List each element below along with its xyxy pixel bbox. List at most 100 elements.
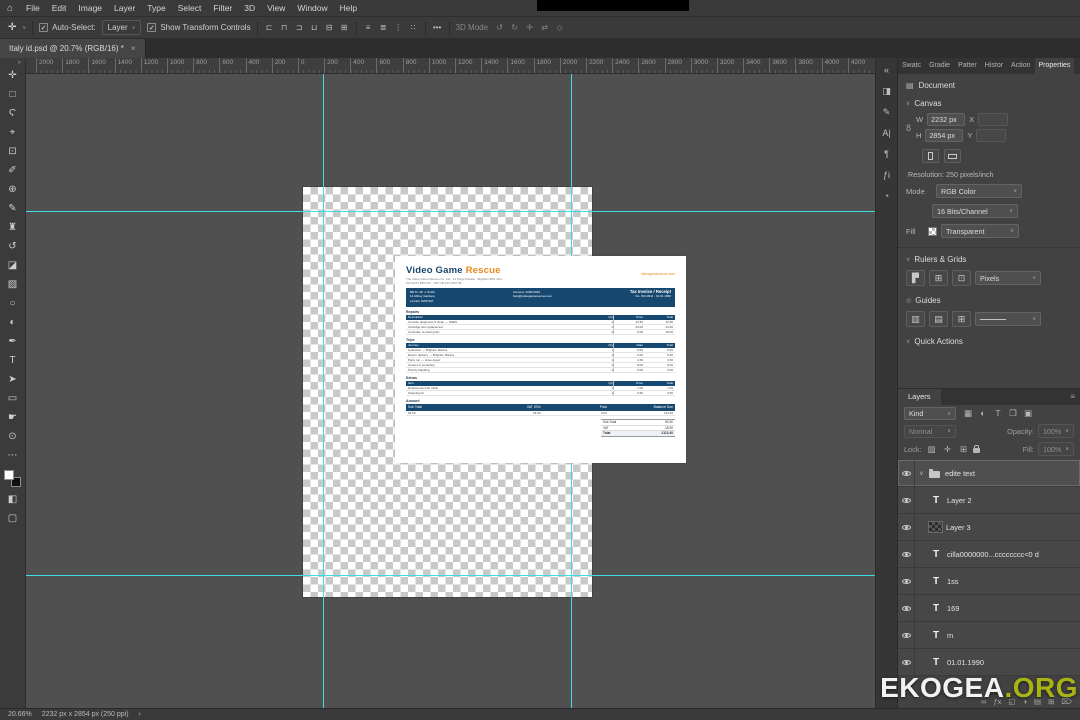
link-dimensions-icon[interactable]: 8 — [906, 123, 911, 133]
guide-horizontal[interactable] — [26, 211, 875, 212]
layer-name[interactable]: cilla0000000...cccccccc<0 d — [947, 550, 1039, 559]
panel-tab[interactable]: Swatc — [898, 58, 925, 74]
tool-button[interactable]: ✐ — [0, 161, 25, 180]
align-icon[interactable]: ⊐ — [294, 23, 305, 32]
grid-toggle-button[interactable]: ⊞ — [929, 270, 948, 286]
close-icon[interactable]: × — [131, 44, 136, 53]
distribute-icon[interactable]: ≣ — [378, 23, 389, 32]
tool-button[interactable]: ☛ — [0, 408, 25, 427]
3d-mode-icon[interactable]: ✛ — [524, 23, 535, 32]
show-transform-checkbox[interactable]: ✓ Show Transform Controls — [147, 23, 250, 32]
distribute-icon[interactable]: ≡ — [363, 23, 374, 32]
ruler-toggle-button[interactable]: ▛ — [906, 270, 925, 286]
panel-dock-icon[interactable]: ¶ — [876, 144, 897, 165]
canvas-y-input[interactable] — [976, 129, 1006, 142]
layer-row[interactable]: T 1ss — [898, 568, 1080, 595]
horizontal-ruler[interactable]: 2000180016001400120010008006004002000200… — [26, 58, 875, 74]
tool-button[interactable]: ⌖ — [0, 123, 25, 142]
visibility-toggle[interactable] — [898, 514, 915, 540]
ps-home-icon[interactable]: ⌂ — [7, 3, 13, 14]
panel-tab[interactable]: Patter — [954, 58, 981, 74]
panel-menu-icon[interactable]: ≡ — [1070, 389, 1080, 405]
3d-mode-icon[interactable]: ↺ — [494, 23, 505, 32]
tool-button[interactable]: T — [0, 351, 25, 370]
layer-row[interactable]: T m — [898, 622, 1080, 649]
align-icon[interactable]: ⊏ — [264, 23, 275, 32]
guide-style-select[interactable]: ∨ — [975, 312, 1041, 326]
menu-item[interactable]: Image — [72, 3, 108, 13]
canvas-x-input[interactable] — [978, 113, 1008, 126]
color-swatches[interactable] — [4, 470, 21, 487]
more-options-icon[interactable]: ••• — [432, 23, 443, 32]
menu-item[interactable]: File — [20, 3, 46, 13]
visibility-toggle[interactable] — [898, 568, 915, 594]
guides-section-header[interactable]: ◎ Guides — [906, 296, 1072, 305]
layer-name[interactable]: 169 — [947, 604, 959, 613]
screen-mode-icon[interactable]: ▢ — [0, 509, 25, 528]
menu-item[interactable]: 3D — [238, 3, 261, 13]
layer-row[interactable]: T Layer 2 — [898, 487, 1080, 514]
3d-mode-icon[interactable]: ◇ — [554, 23, 565, 32]
tab-properties[interactable]: Properties — [1035, 58, 1075, 74]
layer-thumbnail[interactable]: T — [928, 576, 944, 587]
menu-item[interactable]: Edit — [46, 3, 73, 13]
menu-item[interactable]: Type — [141, 3, 171, 13]
panel-dock-icon[interactable]: ✎ — [876, 102, 897, 123]
status-chevron-icon[interactable]: › — [139, 711, 141, 718]
layer-thumbnail[interactable]: T — [928, 657, 944, 668]
layer-row[interactable]: Layer 3 — [898, 514, 1080, 541]
tool-button[interactable]: ◐ — [0, 313, 25, 332]
menu-item[interactable]: Layer — [108, 3, 141, 13]
lock-position-icon[interactable]: ⊞ — [957, 444, 969, 455]
tab-layers[interactable]: Layers — [898, 389, 941, 405]
visibility-toggle[interactable] — [898, 595, 915, 621]
canvas-area[interactable]: Video Game Rescue videogamerescue.com Th… — [26, 74, 875, 708]
group-chevron-icon[interactable]: ∨ — [918, 470, 925, 477]
menu-item[interactable]: Select — [172, 3, 208, 13]
fill-select[interactable]: Transparent∨ — [941, 224, 1019, 238]
layer-row[interactable]: T cilla0000000...cccccccc<0 d — [898, 541, 1080, 568]
tool-button[interactable]: ✎ — [0, 199, 25, 218]
layer-thumbnail[interactable]: T — [928, 549, 944, 560]
layer-filter-icon[interactable]: ❒ — [1007, 408, 1019, 419]
bit-depth-select[interactable]: 16 Bits/Channel∨ — [932, 204, 1018, 218]
lock-pixels-icon[interactable]: ✛ — [941, 444, 953, 455]
layer-thumbnail[interactable] — [929, 471, 940, 478]
fill-color-chip[interactable] — [928, 227, 937, 236]
layer-thumbnail[interactable]: T — [928, 495, 944, 506]
menu-item[interactable]: Filter — [207, 3, 238, 13]
layer-name[interactable]: 01.01.1990 — [947, 658, 984, 667]
foreground-color-swatch[interactable] — [4, 470, 14, 480]
opacity-select[interactable]: 100%∨ — [1038, 424, 1074, 438]
checkbox-icon[interactable]: ✓ — [39, 23, 48, 32]
layer-thumbnail[interactable]: T — [928, 630, 944, 641]
visibility-toggle[interactable] — [898, 541, 915, 567]
tool-button[interactable]: ▭ — [0, 389, 25, 408]
distribute-icon[interactable]: ⋮ — [393, 23, 404, 32]
guide-vertical[interactable] — [323, 74, 324, 708]
lock-transparency-icon[interactable]: ▨ — [925, 444, 937, 455]
checkbox-icon[interactable]: ✓ — [147, 23, 156, 32]
layer-filter-icon[interactable]: ▦ — [962, 408, 974, 419]
guide-horizontal[interactable] — [26, 575, 875, 576]
lock-all-icon[interactable] — [973, 448, 980, 453]
panel-dock-icon[interactable]: ◔ — [876, 186, 897, 207]
layer-filter-icon[interactable]: ▣ — [1022, 408, 1034, 419]
panel-dock-icon[interactable]: ƒi — [876, 165, 897, 186]
layer-row[interactable]: T 169 — [898, 595, 1080, 622]
layer-name[interactable]: m — [947, 631, 953, 640]
auto-select-target-select[interactable]: Layer ∨ — [102, 20, 142, 35]
landscape-orientation-button[interactable] — [944, 149, 961, 163]
guides-toggle-button[interactable]: ▥ — [906, 311, 925, 327]
visibility-toggle[interactable] — [898, 460, 915, 486]
align-icon[interactable]: ⊓ — [279, 23, 290, 32]
layer-name[interactable]: edite text — [945, 469, 975, 478]
panel-tab[interactable]: Histor — [981, 58, 1007, 74]
tool-button[interactable]: ✛ — [0, 66, 25, 85]
menu-item[interactable]: Help — [334, 3, 363, 13]
fill-opacity-select[interactable]: 100%∨ — [1038, 442, 1074, 456]
align-icon[interactable]: ⊔ — [309, 23, 320, 32]
tool-button[interactable]: ✒ — [0, 332, 25, 351]
layer-thumbnail[interactable]: T — [928, 603, 944, 614]
tool-button[interactable]: Ϛ — [0, 104, 25, 123]
